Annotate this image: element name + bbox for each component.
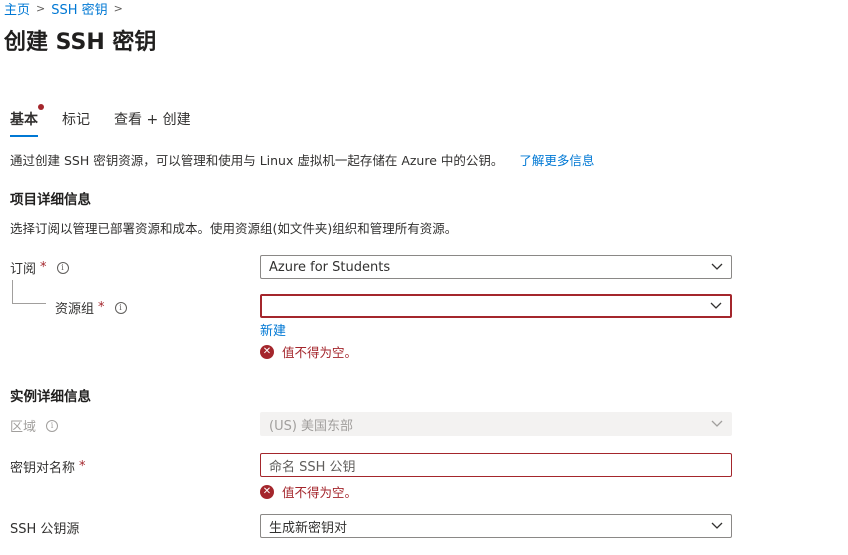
tab-basics[interactable]: 基本: [10, 104, 44, 137]
region-label-text: 区域: [10, 420, 37, 435]
instance-details-heading: 实例详细信息: [10, 389, 91, 405]
chevron-down-icon: [711, 420, 723, 430]
breadcrumb-home-link[interactable]: 主页: [4, 0, 30, 18]
subscription-label: 订阅 * i: [10, 258, 69, 277]
key-pair-name-label: 密钥对名称 *: [10, 457, 86, 476]
ssh-source-label: SSH 公钥源: [10, 518, 79, 537]
intro-text: 通过创建 SSH 密钥资源，可以管理和使用与 Linux 虚拟机一起存储在 Az…: [10, 150, 594, 169]
subscription-dropdown[interactable]: Azure for Students: [260, 255, 732, 279]
tab-bar: 基本 标记 查看 + 创建: [10, 104, 215, 137]
breadcrumb: 主页 > SSH 密钥 >: [4, 0, 129, 18]
tab-review-create[interactable]: 查看 + 创建: [114, 109, 191, 137]
required-marker: *: [98, 300, 105, 315]
key-pair-name-error: ✕ 值不得为空。: [260, 482, 357, 501]
subscription-value: Azure for Students: [269, 259, 391, 275]
resource-group-error: ✕ 值不得为空。: [260, 342, 357, 361]
tab-review-create-label: 查看 + 创建: [114, 112, 191, 128]
ssh-source-label-text: SSH 公钥源: [10, 522, 80, 537]
tab-basics-label: 基本: [10, 112, 38, 128]
chevron-right-icon: >: [36, 1, 46, 15]
info-icon[interactable]: i: [56, 261, 69, 274]
tree-connector: [12, 280, 46, 304]
create-new-resource-group-link[interactable]: 新建: [260, 320, 286, 339]
error-icon: ✕: [260, 484, 274, 499]
error-icon: ✕: [260, 344, 274, 359]
info-icon: i: [46, 419, 59, 432]
resource-group-dropdown[interactable]: [260, 294, 732, 318]
tab-tags[interactable]: 标记: [62, 109, 90, 137]
region-label: 区域 i: [10, 416, 59, 435]
key-pair-name-label-text: 密钥对名称: [10, 461, 76, 476]
resource-group-label-text: 资源组: [55, 302, 95, 317]
key-pair-name-input[interactable]: 命名 SSH 公钥: [260, 453, 732, 477]
info-icon[interactable]: i: [114, 301, 127, 314]
page-title: 创建 SSH 密钥: [4, 30, 157, 55]
resource-group-error-text: 值不得为空。: [282, 345, 358, 360]
required-marker: *: [40, 260, 47, 275]
region-value: (US) 美国东部: [269, 418, 354, 434]
region-dropdown: (US) 美国东部: [260, 412, 732, 436]
key-pair-name-placeholder: 命名 SSH 公钥: [269, 459, 356, 475]
tab-tags-label: 标记: [62, 112, 90, 128]
intro-description: 通过创建 SSH 密钥资源，可以管理和使用与 Linux 虚拟机一起存储在 Az…: [10, 153, 504, 168]
chevron-down-icon: [711, 263, 723, 273]
chevron-down-icon: [710, 302, 722, 312]
chevron-right-icon: >: [113, 1, 123, 15]
chevron-down-icon: [711, 522, 723, 532]
error-dot-icon: [38, 104, 44, 110]
required-marker: *: [79, 459, 86, 474]
project-details-description: 选择订阅以管理已部署资源和成本。使用资源组(如文件夹)组织和管理所有资源。: [10, 221, 458, 236]
ssh-source-value: 生成新密钥对: [269, 520, 348, 536]
resource-group-label: 资源组 * i: [55, 298, 127, 317]
breadcrumb-ssh-keys-link[interactable]: SSH 密钥: [51, 0, 107, 18]
key-pair-name-error-text: 值不得为空。: [282, 485, 358, 500]
subscription-label-text: 订阅: [10, 262, 37, 277]
ssh-source-dropdown[interactable]: 生成新密钥对: [260, 514, 732, 538]
project-details-heading: 项目详细信息: [10, 192, 91, 208]
learn-more-link[interactable]: 了解更多信息: [519, 153, 594, 168]
